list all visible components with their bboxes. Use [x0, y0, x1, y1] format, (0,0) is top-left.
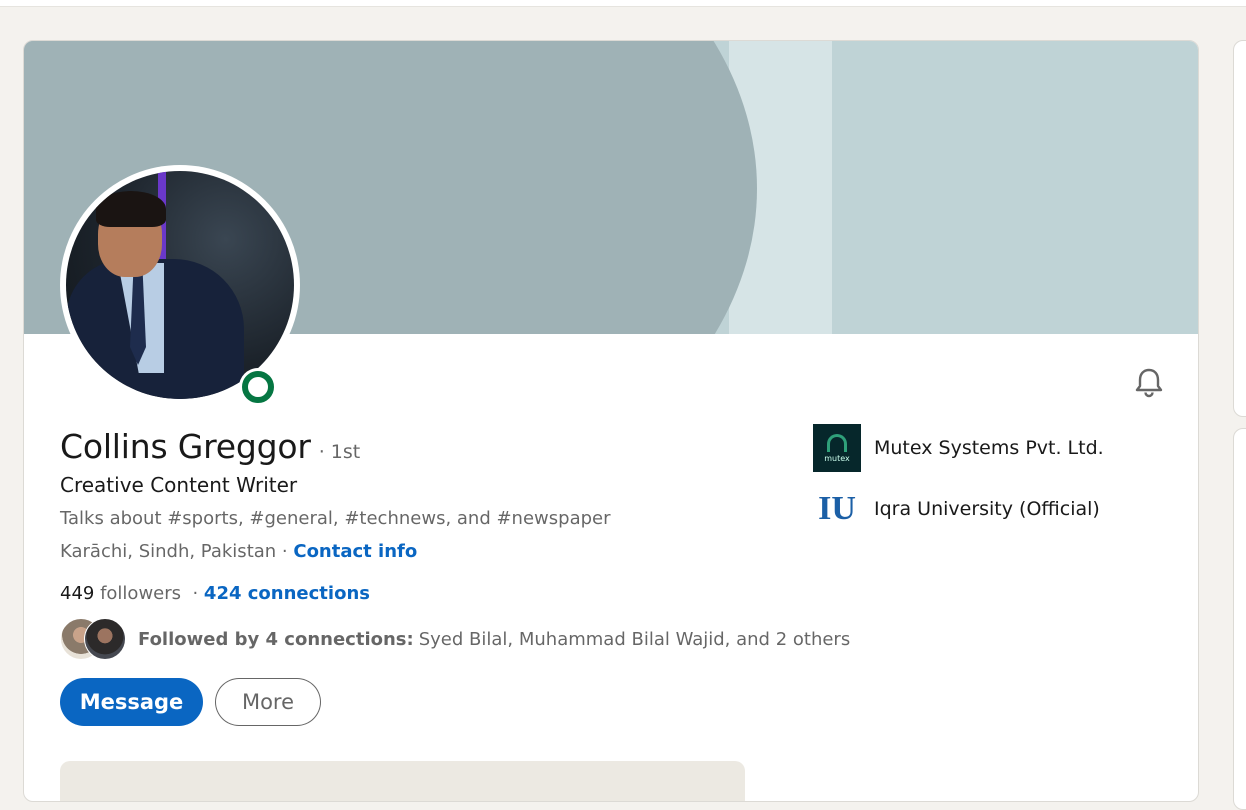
profile-name: Collins Greggor: [60, 427, 311, 466]
right-rail-card: [1233, 40, 1246, 417]
online-status-icon: [239, 368, 277, 406]
followed-by-names: Syed Bilal, Muhammad Bilal Wajid, and 2 …: [418, 628, 851, 650]
talks-about: Talks about #sports, #general, #technews…: [60, 508, 611, 529]
name-row: Collins Greggor · 1st: [60, 427, 360, 466]
bell-icon[interactable]: [1131, 364, 1167, 400]
next-section-card: [60, 761, 745, 801]
followed-by-label: Followed by 4 connections:: [138, 628, 414, 650]
stats-row: 449 followers · 424 connections: [60, 583, 370, 604]
followers-label: followers: [94, 583, 182, 604]
more-button[interactable]: More: [215, 678, 321, 726]
mutex-logo: mutex: [813, 424, 861, 472]
location-separator: ·: [276, 541, 294, 562]
message-button[interactable]: Message: [60, 678, 203, 726]
right-rail-card-2: [1233, 428, 1246, 810]
stats-separator: ·: [181, 583, 204, 604]
avatar-photo[interactable]: [66, 171, 294, 399]
iu-logo: IU: [818, 490, 856, 527]
avatar: [84, 618, 126, 660]
location: Karāchi, Sindh, Pakistan: [60, 541, 277, 562]
current-company[interactable]: mutex Mutex Systems Pvt. Ltd.: [813, 424, 1104, 472]
top-nav-edge: [0, 0, 1246, 7]
followers-count: 449: [60, 583, 95, 604]
school-name: Iqra University (Official): [874, 498, 1100, 520]
company-name: Mutex Systems Pvt. Ltd.: [874, 437, 1104, 459]
profile-headline: Creative Content Writer: [60, 473, 298, 497]
mutual-avatars: [60, 618, 128, 660]
education-school[interactable]: IU Iqra University (Official): [813, 490, 1100, 528]
location-row: Karāchi, Sindh, Pakistan · Contact info: [60, 541, 417, 562]
profile-actions: Message More: [60, 678, 321, 726]
connections-link[interactable]: 424 connections: [204, 583, 370, 604]
contact-info-link[interactable]: Contact info: [293, 541, 417, 562]
mutual-followers[interactable]: Followed by 4 connections: Syed Bilal, M…: [60, 618, 850, 660]
connection-degree: · 1st: [318, 441, 361, 463]
